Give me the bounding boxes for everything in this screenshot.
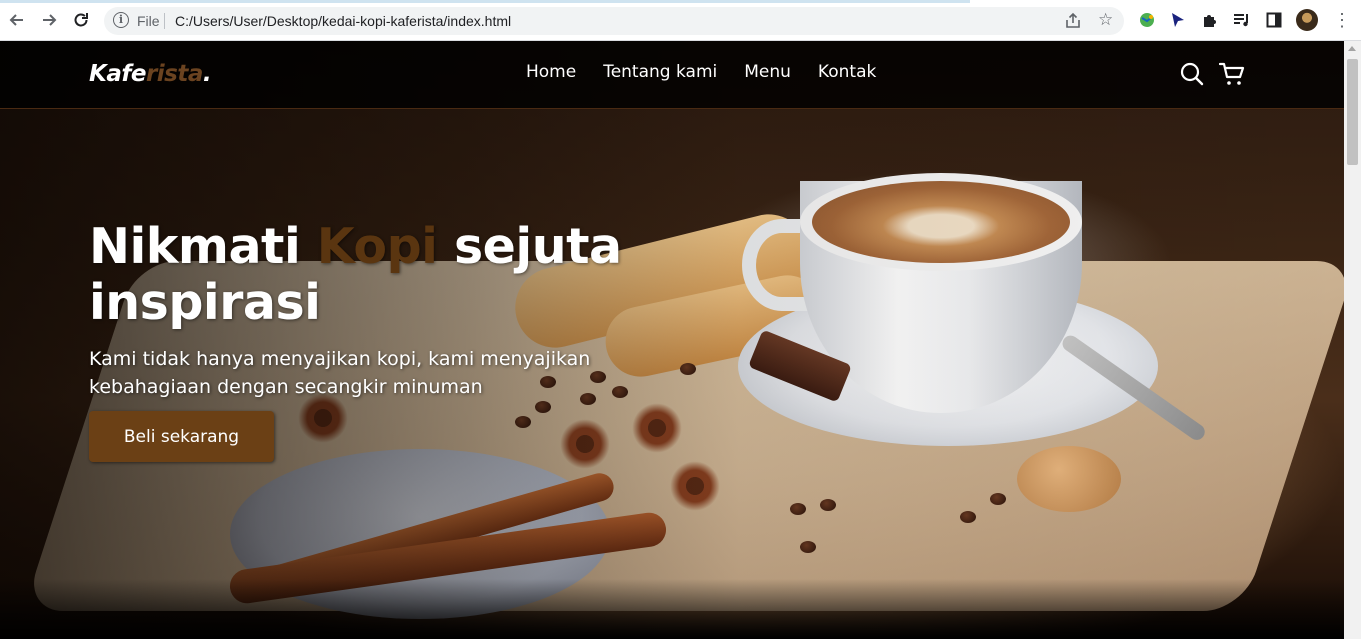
share-icon[interactable] bbox=[1064, 12, 1082, 30]
back-icon[interactable] bbox=[6, 9, 28, 31]
browser-toolbar: i File C:/Users/User/Desktop/kedai-kopi-… bbox=[0, 0, 1361, 41]
file-label: File bbox=[137, 13, 160, 29]
site-logo[interactable]: Kaferista. bbox=[89, 61, 212, 87]
separator bbox=[164, 13, 165, 29]
hero-subtitle: Kami tidak hanya menyajikan kopi, kami m… bbox=[89, 348, 591, 398]
page-viewport: Kaferista. Home Tentang kami Menu Kontak… bbox=[0, 41, 1344, 639]
hero-section bbox=[0, 41, 1344, 639]
address-bar[interactable]: i File C:/Users/User/Desktop/kedai-kopi-… bbox=[104, 7, 1124, 35]
scroll-up-arrow-icon[interactable] bbox=[1348, 46, 1356, 51]
url-text[interactable]: C:/Users/User/Desktop/kedai-kopi-kaferis… bbox=[175, 13, 511, 29]
profile-avatar[interactable] bbox=[1296, 9, 1318, 31]
menu-icon[interactable]: ⋮ bbox=[1333, 9, 1351, 31]
reload-icon[interactable] bbox=[70, 9, 92, 31]
side-panel-icon[interactable] bbox=[1264, 10, 1284, 30]
cursor-extension-icon[interactable] bbox=[1168, 10, 1188, 30]
info-icon[interactable]: i bbox=[113, 12, 129, 28]
logo-part-1: Kafe bbox=[89, 61, 146, 87]
nav-link-menu[interactable]: Menu bbox=[744, 62, 791, 82]
logo-part-2: rista bbox=[145, 61, 203, 87]
media-icon[interactable] bbox=[1232, 10, 1252, 30]
tab-strip bbox=[0, 0, 970, 3]
scrollbar-thumb[interactable] bbox=[1347, 59, 1358, 165]
hero-title-part-1: Nikmati bbox=[89, 218, 317, 275]
buy-now-button[interactable]: Beli sekarang bbox=[89, 411, 274, 462]
site-navbar: Kaferista. Home Tentang kami Menu Kontak bbox=[0, 41, 1344, 109]
logo-part-3: . bbox=[202, 61, 212, 87]
nav-link-home[interactable]: Home bbox=[526, 62, 576, 82]
search-icon[interactable] bbox=[1179, 61, 1205, 87]
nav-link-tentang-kami[interactable]: Tentang kami bbox=[603, 62, 717, 82]
page-scrollbar[interactable] bbox=[1344, 41, 1361, 639]
hero-title-accent: Kopi bbox=[316, 218, 438, 275]
puzzle-icon[interactable] bbox=[1200, 10, 1220, 30]
star-icon[interactable]: ☆ bbox=[1098, 10, 1113, 30]
forward-icon[interactable] bbox=[38, 9, 60, 31]
hero-title: Nikmati Kopi sejuta inspirasi bbox=[89, 219, 649, 331]
hero-overlay bbox=[0, 41, 1344, 639]
extension-icon[interactable] bbox=[1137, 10, 1157, 30]
hero-overlay-bottom bbox=[0, 579, 1344, 639]
site-nav-menu: Home Tentang kami Menu Kontak bbox=[526, 62, 876, 82]
nav-link-kontak[interactable]: Kontak bbox=[818, 62, 876, 82]
shopping-cart-icon[interactable] bbox=[1219, 61, 1245, 87]
